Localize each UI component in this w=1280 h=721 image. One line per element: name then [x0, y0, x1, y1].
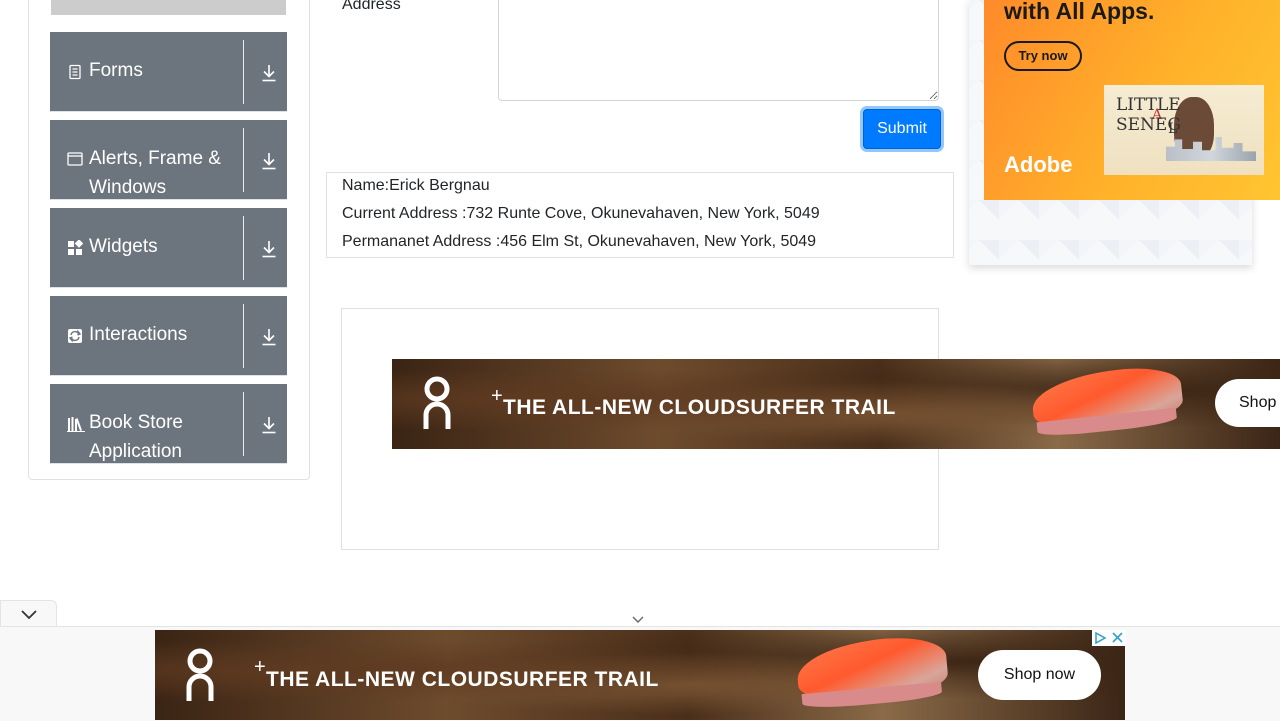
sidebar-group-book-store[interactable]: Book Store Application — [50, 384, 287, 464]
group-divider — [243, 40, 244, 104]
ad-headline: THE ALL-NEW CLOUDSURFER TRAIL — [266, 668, 659, 691]
shop-button[interactable]: Shop — [1215, 379, 1280, 427]
on-logo — [422, 375, 452, 436]
window-icon — [67, 151, 83, 167]
widgets-icon — [67, 239, 84, 256]
sidebar-scroll-strip — [51, 0, 286, 15]
sidebar-group-title: Book Store Application — [89, 412, 183, 462]
collapse-ad-button[interactable] — [0, 600, 57, 627]
book-title-l: L — [1168, 121, 1178, 137]
output-name: Name:Erick Bergnau — [342, 177, 490, 194]
chevron-down-icon[interactable] — [630, 612, 646, 626]
try-now-button[interactable]: Try now — [1004, 41, 1082, 71]
close-icon[interactable] — [1109, 630, 1126, 646]
group-divider — [243, 392, 244, 456]
on-logo — [185, 647, 215, 707]
chevron-down-icon — [21, 610, 37, 620]
download-arrow-icon[interactable] — [261, 152, 277, 170]
sidebar-group-widgets[interactable]: Widgets — [50, 208, 287, 288]
group-divider — [243, 304, 244, 368]
sidebar-group-title: Alerts, Frame & Windows — [89, 148, 221, 198]
adobe-logo: Adobe — [1004, 152, 1073, 177]
sidebar-group-title: Forms — [89, 60, 143, 81]
on-running-sticky-ad[interactable]: + THE ALL-NEW CLOUDSURFER TRAIL Shop now — [155, 630, 1125, 720]
ad-plus-mark: + — [254, 656, 266, 678]
ad-headline: THE ALL-NEW CLOUDSURFER TRAIL — [503, 396, 896, 419]
sidebar-group-forms[interactable]: Forms — [50, 32, 287, 112]
submit-button[interactable]: Submit — [863, 109, 941, 149]
output-current-address: Current Address :732 Runte Cove, Okuneva… — [342, 205, 820, 222]
sidebar-group-alerts[interactable]: Alerts, Frame & Windows — [50, 120, 287, 200]
adobe-headline: with All Apps. — [1004, 0, 1155, 24]
book-title-line1: LITTLE — [1116, 95, 1181, 115]
sidebar-group-interactions[interactable]: Interactions — [50, 296, 287, 376]
group-divider — [243, 216, 244, 280]
adchoices-icon[interactable] — [1092, 630, 1109, 646]
document-icon — [67, 64, 83, 80]
on-running-ad-banner[interactable]: + THE ALL-NEW CLOUDSURFER TRAIL Shop — [392, 359, 1280, 449]
adobe-ad[interactable]: with All Apps. Try now Adobe LITTLE A SE… — [984, 0, 1280, 200]
group-divider — [243, 128, 244, 192]
sidebar-group-title: Widgets — [89, 236, 158, 257]
download-arrow-icon[interactable] — [261, 240, 277, 258]
download-arrow-icon[interactable] — [261, 64, 277, 82]
interactions-icon — [67, 328, 83, 344]
permanent-address-field[interactable] — [498, 0, 939, 101]
sidebar-group-title: Interactions — [89, 324, 188, 345]
download-arrow-icon[interactable] — [261, 416, 277, 434]
ad-choices[interactable] — [1092, 630, 1126, 646]
book-thumbnail: LITTLE A SENEG L — [1104, 85, 1264, 175]
ad-plus-mark: + — [491, 385, 503, 407]
download-arrow-icon[interactable] — [261, 328, 277, 346]
permanent-address-label: Address — [342, 0, 401, 13]
books-icon — [67, 416, 85, 432]
output-permanent-address: Permananet Address :456 Elm St, Okunevah… — [342, 233, 817, 250]
output-panel: Name:Erick Bergnau Current Address :732 … — [326, 172, 954, 258]
shop-now-button[interactable]: Shop now — [978, 650, 1101, 700]
